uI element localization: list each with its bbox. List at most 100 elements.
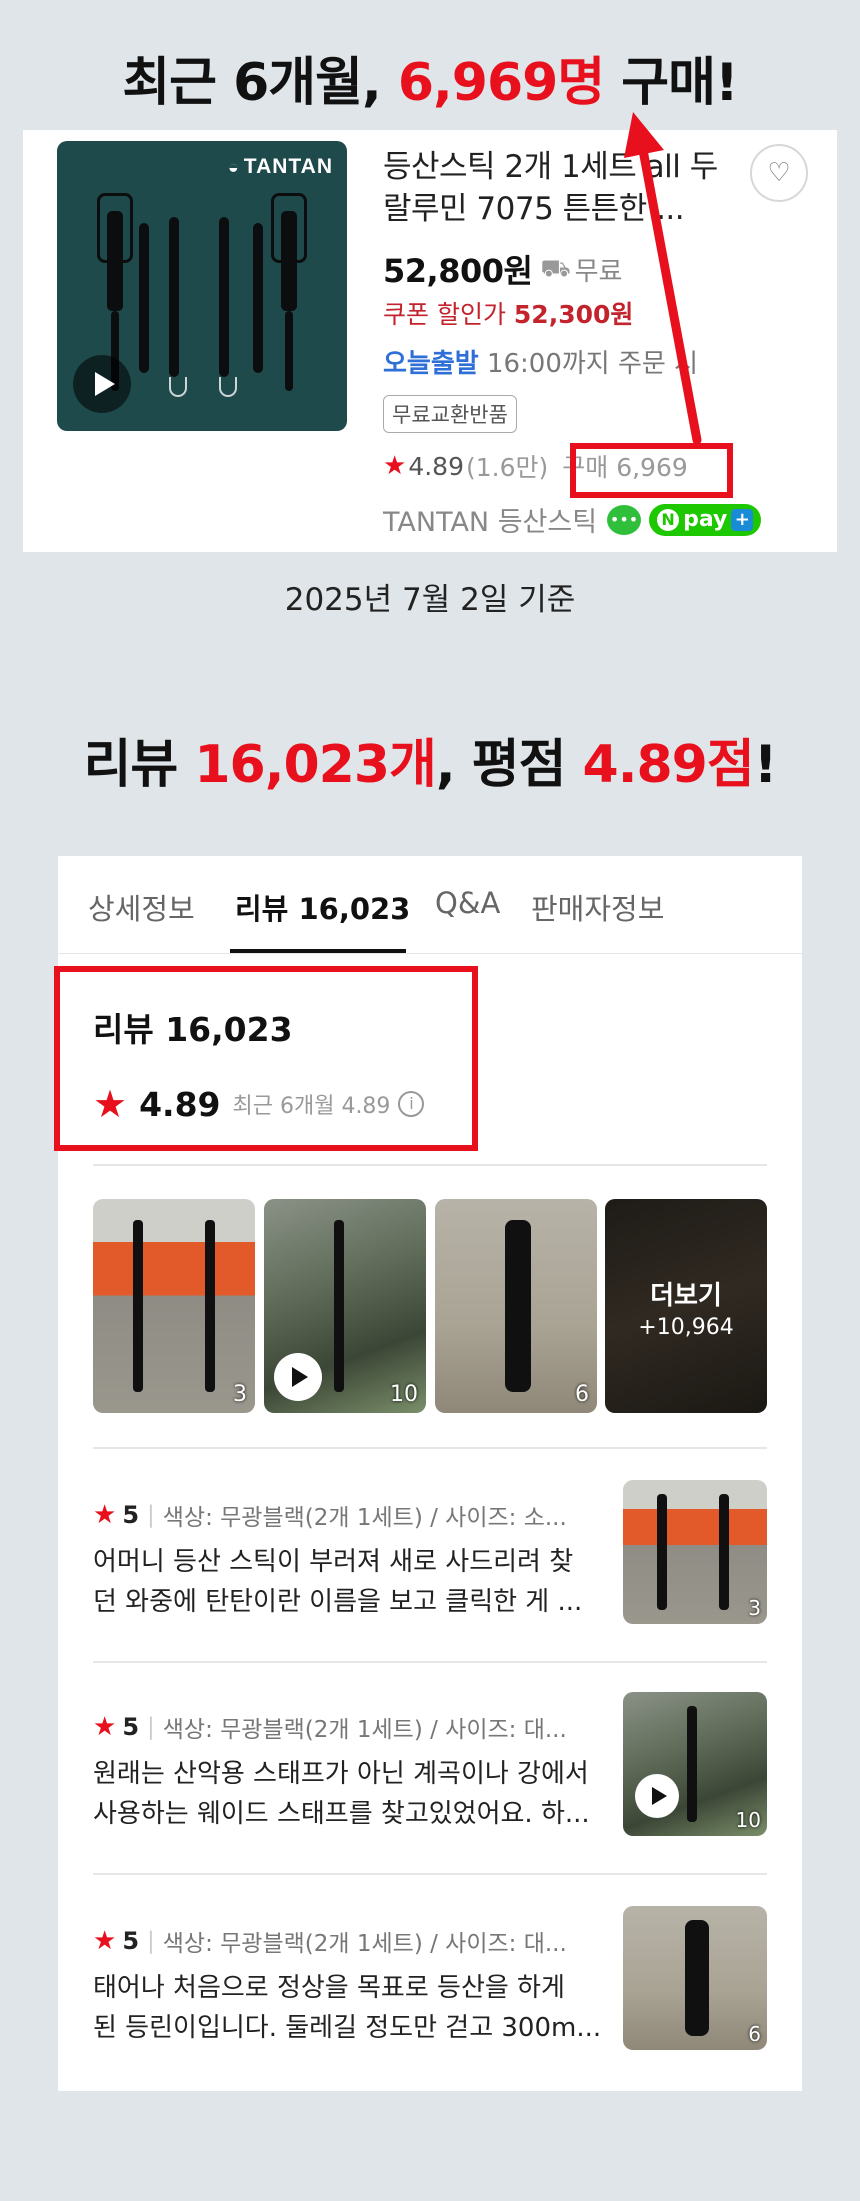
headline-purchases: 최근 6개월, 6,969명 구매! xyxy=(0,40,860,115)
star-icon: ★ xyxy=(93,1926,117,1956)
product-title[interactable]: 등산스틱 2개 1세트 all 두랄루민 7075 튼튼한 ... xyxy=(383,146,733,230)
review-header: ★ 5 | 색상: 무광블랙(2개 1세트) / 사이즈: 대... xyxy=(93,1924,567,1958)
star-icon: ★ xyxy=(383,451,407,481)
review-score: 5 xyxy=(122,1501,140,1529)
pole-grip xyxy=(107,211,123,311)
play-icon[interactable] xyxy=(635,1774,679,1818)
separator: | xyxy=(147,1928,155,1954)
pole-section xyxy=(253,223,263,373)
photo-count: 3 xyxy=(748,1596,761,1620)
tab-reviews[interactable]: 리뷰 16,023 xyxy=(235,886,410,928)
review-photo[interactable]: 3 xyxy=(93,1199,255,1413)
as-of-date: 2025년 7월 2일 기준 xyxy=(284,582,576,618)
headline-rating: 4.89점 xyxy=(582,735,755,795)
review-line: 원래는 산악용 스태프가 아닌 계곡이나 강에서 xyxy=(93,1759,589,1789)
coupon-price: 52,300원 xyxy=(513,300,634,329)
headline2-part2: , 평점 xyxy=(435,735,583,795)
review-header: ★ 5 | 색상: 무광블랙(2개 1세트) / 사이즈: 소... xyxy=(93,1498,567,1532)
play-icon[interactable] xyxy=(274,1353,322,1401)
divider xyxy=(93,1447,767,1449)
headline-purchase-count: 6,969명 xyxy=(397,53,605,113)
review-thumbnail[interactable]: 3 xyxy=(623,1480,767,1624)
pole-grip xyxy=(281,211,297,311)
photo-count: 3 xyxy=(233,1382,247,1407)
wishlist-heart-icon[interactable]: ♡ xyxy=(750,144,808,202)
photo-count: 6 xyxy=(575,1382,589,1407)
pole-bag-shape xyxy=(685,1920,709,2036)
pole-shape xyxy=(133,1220,143,1392)
pole-tip xyxy=(219,377,237,397)
pole-shape xyxy=(205,1220,215,1392)
store-row[interactable]: TANTAN 등산스틱 ••• Npay + xyxy=(383,500,762,539)
review-item[interactable]: ★ 5 | 색상: 무광블랙(2개 1세트) / 사이즈: 대... 태어나 처… xyxy=(93,1906,767,2052)
npay-badge: Npay + xyxy=(649,503,762,536)
product-thumbnail[interactable]: TANTAN xyxy=(57,141,347,431)
review-thumbnail[interactable]: 6 xyxy=(623,1906,767,2050)
review-option: 색상: 무광블랙(2개 1세트) / 사이즈: 소... xyxy=(162,1505,567,1531)
coupon-label: 쿠폰 할인가 xyxy=(383,300,506,329)
review-item[interactable]: ★ 5 | 색상: 무광블랙(2개 1세트) / 사이즈: 대... 원래는 산… xyxy=(93,1692,767,1838)
more-count: +10,964 xyxy=(638,1315,734,1340)
review-video[interactable]: 10 xyxy=(264,1199,426,1413)
review-line: 던 와중에 탄탄이란 이름을 보고 클릭한 게 ... xyxy=(93,1587,583,1617)
review-photo[interactable]: 6 xyxy=(435,1199,597,1413)
divider xyxy=(93,1661,767,1663)
product-price: 52,800원 xyxy=(383,252,533,290)
pole-section xyxy=(169,217,179,377)
review-text: 어머니 등산 스틱이 부러져 새로 사드리려 찾 던 와중에 탄탄이란 이름을 … xyxy=(93,1542,613,1622)
shipping-text: 무료 xyxy=(574,256,623,287)
play-icon[interactable] xyxy=(73,355,131,413)
review-line: 된 등린이입니다. 둘레길 정도만 걷고 300m... xyxy=(93,2013,602,2043)
headline-review-count: 16,023개 xyxy=(194,735,437,795)
delivery-row: 오늘출발 16:00까지 주문 시 xyxy=(383,343,698,380)
npay-n-icon: N xyxy=(657,508,680,531)
more-label: 더보기 xyxy=(650,1281,722,1311)
tab-seller-info[interactable]: 판매자정보 xyxy=(531,886,664,928)
photo-count: 6 xyxy=(748,2022,761,2046)
npay-label: pay xyxy=(683,506,728,532)
review-header: ★ 5 | 색상: 무광블랙(2개 1세트) / 사이즈: 대... xyxy=(93,1710,567,1744)
plus-icon: + xyxy=(731,508,754,531)
photo-count: 10 xyxy=(735,1808,761,1832)
headline2-part1: 리뷰 xyxy=(83,735,195,795)
review-summary-highlight-box xyxy=(54,966,478,1151)
more-photos-button[interactable]: 더보기 +10,964 xyxy=(605,1199,767,1413)
review-option: 색상: 무광블랙(2개 1세트) / 사이즈: 대... xyxy=(162,1717,567,1743)
review-line: 사용하는 웨이드 스태프를 찾고있었어요. 하... xyxy=(93,1799,590,1829)
pole-shape xyxy=(657,1494,667,1610)
product-rating: 4.89 xyxy=(408,451,464,481)
tab-details[interactable]: 상세정보 xyxy=(88,886,195,928)
delivery-text: 16:00까지 주문 시 xyxy=(486,349,699,379)
free-return-tag: 무료교환반품 xyxy=(383,395,517,433)
review-text: 원래는 산악용 스태프가 아닌 계곡이나 강에서 사용하는 웨이드 스태프를 찾… xyxy=(93,1754,613,1834)
pole-section xyxy=(139,223,149,373)
talk-chat-icon[interactable]: ••• xyxy=(607,504,642,535)
headline2-part3: ! xyxy=(753,735,778,795)
review-score: 5 xyxy=(122,1927,140,1955)
rating-count: (1.6만) xyxy=(465,453,549,482)
pole-tip xyxy=(169,377,187,397)
tab-qna[interactable]: Q&A xyxy=(435,886,500,920)
star-icon: ★ xyxy=(93,1500,117,1530)
coupon-price-row: 쿠폰 할인가 52,300원 xyxy=(383,295,633,331)
store-name[interactable]: TANTAN 등산스틱 xyxy=(383,500,597,539)
price-row: 52,800원 ⛟ 무료 xyxy=(383,246,622,292)
brand-logo: TANTAN xyxy=(228,155,333,179)
divider xyxy=(93,1873,767,1875)
review-thumbnail[interactable]: 10 xyxy=(623,1692,767,1836)
active-tab-underline xyxy=(230,949,406,953)
review-line: 어머니 등산 스틱이 부러져 새로 사드리려 찾 xyxy=(93,1547,574,1577)
separator: | xyxy=(147,1502,155,1528)
divider xyxy=(93,1164,767,1166)
pole-shape xyxy=(719,1494,729,1610)
delivery-badge: 오늘출발 xyxy=(383,349,479,379)
review-score: 5 xyxy=(122,1713,140,1741)
review-item[interactable]: ★ 5 | 색상: 무광블랙(2개 1세트) / 사이즈: 소... 어머니 등… xyxy=(93,1480,767,1626)
review-line: 태어나 처음으로 정상을 목표로 등산을 하게 xyxy=(93,1973,565,2003)
pole-shaft xyxy=(285,311,293,391)
review-text: 태어나 처음으로 정상을 목표로 등산을 하게 된 등린이입니다. 둘레길 정도… xyxy=(93,1968,613,2048)
purchase-highlight-box xyxy=(570,443,733,498)
pole-shape xyxy=(687,1706,697,1822)
star-icon: ★ xyxy=(93,1712,117,1742)
headline-prefix: 최근 6개월, xyxy=(122,53,398,113)
